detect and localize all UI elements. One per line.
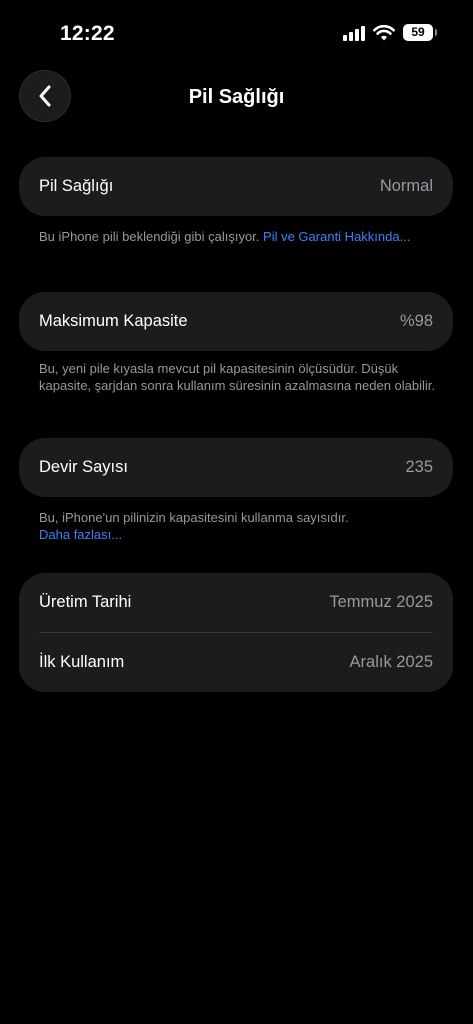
cycle-count-footnote: Bu, iPhone'un pilinizin kapasitesini kul… [39,509,439,543]
cellular-signal-icon [343,25,365,41]
manufacture-date-value: Temmuz 2025 [329,593,433,611]
battery-health-footnote-text: Bu iPhone pili beklendiği gibi çalışıyor… [39,229,264,244]
manufacture-date-row: Üretim Tarihi Temmuz 2025 [19,573,453,632]
first-use-value: Aralık 2025 [349,653,433,671]
status-bar: 12:22 59 [0,0,473,70]
battery-warranty-link[interactable]: Pil ve Garanti Hakkında... [263,229,410,244]
cycle-count-row: Devir Sayısı 235 [19,438,453,497]
max-capacity-value: %98 [399,312,433,330]
battery-health-card: Pil Sağlığı Normal [19,157,453,216]
cycle-count-footnote-text: Bu, iPhone'un pilinizin kapasitesini kul… [39,510,349,525]
cycle-count-card: Devir Sayısı 235 [19,438,453,497]
max-capacity-footnote-text: Bu, yeni pile kıyasla mevcut pil kapasit… [39,361,435,393]
max-capacity-card: Maksimum Kapasite %98 [19,292,453,351]
wifi-icon [373,24,395,40]
max-capacity-label: Maksimum Kapasite [39,312,188,330]
first-use-label: İlk Kullanım [39,653,125,671]
status-time: 12:22 [60,22,115,45]
max-capacity-row: Maksimum Kapasite %98 [19,292,453,351]
battery-health-label: Pil Sağlığı [39,177,114,195]
page-title: Pil Sağlığı [188,86,285,108]
manufacture-date-label: Üretim Tarihi [39,593,132,611]
status-icons: 59 [343,24,437,41]
learn-more-link[interactable]: Daha fazlası... [39,527,122,542]
cycle-count-value: 235 [405,458,433,476]
dates-card: Üretim Tarihi Temmuz 2025 İlk Kullanım A… [19,573,453,692]
max-capacity-footnote: Bu, yeni pile kıyasla mevcut pil kapasit… [39,360,439,394]
battery-health-value: Normal [379,177,433,195]
battery-icon: 59 [403,24,437,41]
battery-health-footnote: Bu iPhone pili beklendiği gibi çalışıyor… [39,228,439,245]
nav-bar: Pil Sağlığı [0,70,473,126]
battery-health-row[interactable]: Pil Sağlığı Normal [19,157,453,216]
first-use-row: İlk Kullanım Aralık 2025 [19,633,453,692]
cycle-count-label: Devir Sayısı [39,458,128,476]
